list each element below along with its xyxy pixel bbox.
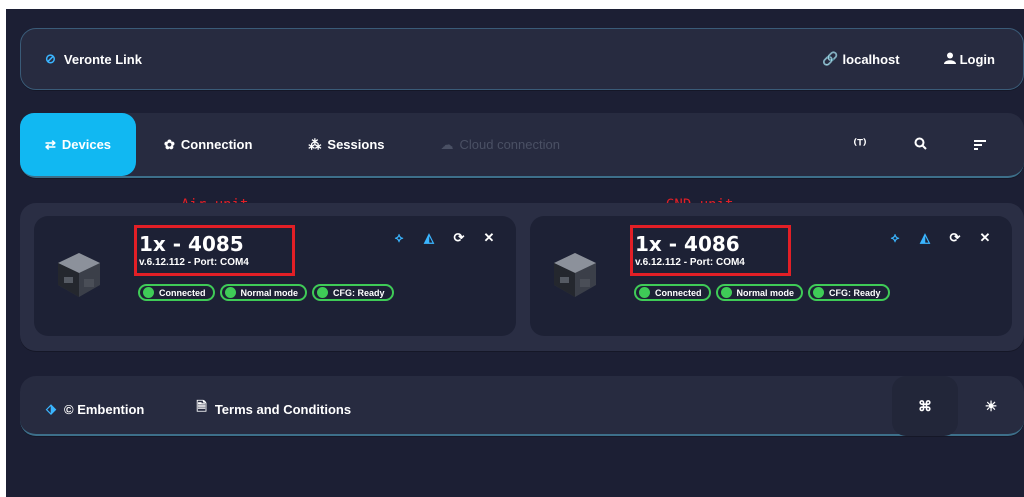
tab-connection[interactable]: ✿ Connection bbox=[136, 113, 280, 176]
grid-icon[interactable]: ⌘ bbox=[892, 376, 958, 436]
device-title: 1x - 4086 bbox=[635, 232, 740, 256]
app-name: Veronte Link bbox=[63, 51, 142, 67]
cloud-icon: ☁ bbox=[440, 136, 454, 152]
tab-sessions[interactable]: ⁂ Sessions bbox=[280, 113, 412, 176]
tab-label: Devices bbox=[61, 137, 112, 152]
nav-bar: ⇄ Devices ✿ Connection ⁂ Sessions ☁ Clou… bbox=[20, 113, 1024, 178]
veronte-logo-icon: ⊘ bbox=[45, 51, 56, 66]
embention-logo-icon: ⬗ bbox=[46, 401, 56, 416]
close-icon[interactable]: ✕ bbox=[474, 230, 504, 246]
device-subtitle: v.6.12.112 - Port: COM4 bbox=[139, 257, 249, 268]
sort-icon[interactable] bbox=[950, 137, 1010, 153]
terms-link[interactable]: 🗎 Terms and Conditions bbox=[196, 398, 351, 420]
device-image bbox=[58, 253, 100, 297]
device-card-gnd[interactable]: 1x - 4086 v.6.12.112 - Port: COM4 Connec… bbox=[530, 216, 1012, 336]
status-badge-mode: Normal mode bbox=[219, 284, 308, 301]
host-link[interactable]: 🔗 localhost bbox=[822, 51, 899, 67]
link-icon: 🔗 bbox=[822, 51, 839, 66]
tab-cloud-connection[interactable]: ☁ Cloud connection bbox=[413, 113, 588, 176]
search-icon[interactable] bbox=[890, 137, 950, 153]
top-bar: ⊘ Veronte Link 🔗 localhost Login bbox=[20, 28, 1024, 90]
host-label: localhost bbox=[842, 51, 900, 67]
chart-icon[interactable]: ◭ bbox=[414, 230, 444, 246]
footer: ⬗ © Embention 🗎 Terms and Conditions ⌘ ☀ bbox=[20, 376, 1024, 436]
status-badge-connected: Connected bbox=[634, 284, 711, 301]
antenna-icon[interactable]: ⁽ᵀ⁾ bbox=[830, 136, 890, 153]
login-label: Login bbox=[959, 51, 995, 67]
swap-arrows-icon: ⇄ bbox=[44, 136, 56, 152]
chart-icon[interactable]: ◭ bbox=[910, 230, 940, 246]
copyright[interactable]: ⬗ © Embention bbox=[46, 398, 144, 420]
status-badge-connected: Connected bbox=[138, 284, 215, 301]
theme-toggle-icon[interactable]: ☀ bbox=[958, 376, 1024, 436]
close-icon[interactable]: ✕ bbox=[970, 230, 1000, 246]
document-icon: 🗎 bbox=[196, 399, 207, 414]
user-icon bbox=[943, 52, 956, 67]
tab-label: Sessions bbox=[327, 137, 385, 152]
refresh-icon[interactable]: ⟳ bbox=[444, 230, 474, 246]
signal-icon[interactable]: ⟡ bbox=[384, 230, 414, 246]
sessions-icon: ⁂ bbox=[308, 136, 322, 152]
tab-label: Connection bbox=[180, 137, 253, 152]
brand[interactable]: ⊘ Veronte Link bbox=[45, 51, 142, 67]
status-badge-mode: Normal mode bbox=[715, 284, 804, 301]
devices-panel: 1x - 4085 v.6.12.112 - Port: COM4 Connec… bbox=[20, 203, 1024, 351]
device-image bbox=[554, 253, 596, 297]
device-title: 1x - 4085 bbox=[139, 232, 244, 256]
gear-icon: ✿ bbox=[164, 136, 175, 152]
tab-devices[interactable]: ⇄ Devices bbox=[20, 113, 136, 176]
refresh-icon[interactable]: ⟳ bbox=[940, 230, 970, 246]
device-card-air[interactable]: 1x - 4085 v.6.12.112 - Port: COM4 Connec… bbox=[34, 216, 516, 336]
tab-label: Cloud connection bbox=[459, 137, 560, 152]
device-subtitle: v.6.12.112 - Port: COM4 bbox=[635, 257, 745, 268]
signal-icon[interactable]: ⟡ bbox=[880, 230, 910, 246]
status-badge-cfg: CFG: Ready bbox=[808, 284, 890, 301]
login-button[interactable]: Login bbox=[943, 51, 995, 67]
status-badge-cfg: CFG: Ready bbox=[312, 284, 394, 301]
